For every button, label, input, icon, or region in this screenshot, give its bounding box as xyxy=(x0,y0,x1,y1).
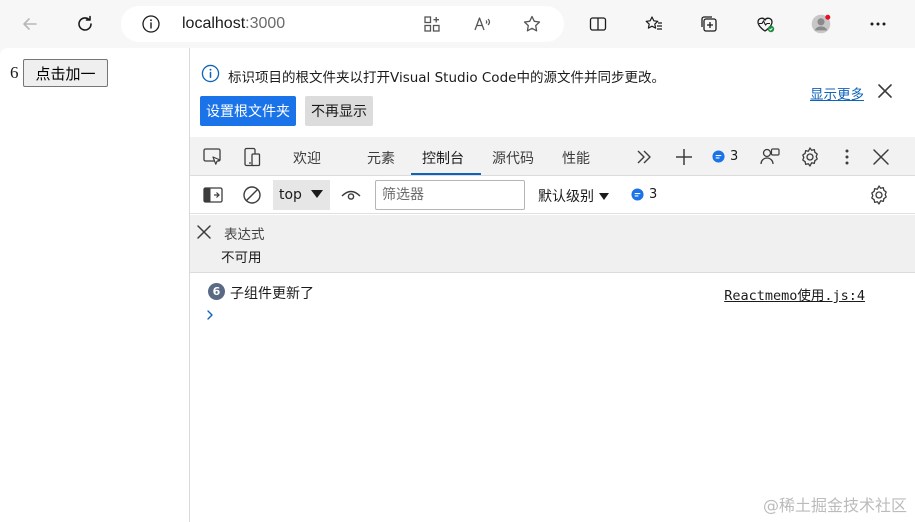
caret-down-icon xyxy=(311,190,323,198)
workspace-banner: 标识项目的根文件夹以打开Visual Studio Code中的源文件并同步更改… xyxy=(190,48,915,137)
block-icon xyxy=(243,186,261,204)
arrow-left-icon xyxy=(23,18,37,30)
caret-down-icon xyxy=(599,192,609,200)
eye-icon xyxy=(341,190,361,200)
feedback-button[interactable] xyxy=(759,146,781,168)
profile-button[interactable] xyxy=(805,8,837,40)
tab-console[interactable]: 控制台 xyxy=(422,148,464,168)
heart-pulse-icon xyxy=(757,17,775,33)
issues-count: 3 xyxy=(730,149,739,164)
message-icon xyxy=(712,150,725,163)
add-tool-button[interactable] xyxy=(673,146,695,168)
tab-welcome[interactable]: 欢迎 xyxy=(293,148,321,168)
collections-icon xyxy=(701,16,717,32)
console-prompt-icon[interactable] xyxy=(203,308,217,322)
url-text: localhost:3000 xyxy=(182,15,285,33)
close-devtools-button[interactable] xyxy=(870,146,892,168)
expression-value: 不可用 xyxy=(221,250,262,266)
browser-essentials-button[interactable] xyxy=(749,8,781,40)
console-issues-count: 3 xyxy=(649,187,658,202)
read-aloud-icon xyxy=(474,17,491,31)
browser-toolbar: localhost:3000 xyxy=(0,0,915,48)
expression-label[interactable]: 表达式 xyxy=(224,223,265,243)
address-bar[interactable]: localhost:3000 xyxy=(121,6,564,42)
message-icon xyxy=(631,188,644,201)
counter-value: 6 xyxy=(10,63,19,82)
customize-menu-button[interactable] xyxy=(836,146,858,168)
read-aloud-button[interactable] xyxy=(471,13,493,35)
watermark: @稀土掘金技术社区 xyxy=(762,496,907,515)
console-message: 6 子组件更新了 Reactmemo使用.js:4 xyxy=(190,274,915,307)
toggle-sidebar-button[interactable] xyxy=(202,184,224,206)
inspect-icon xyxy=(203,148,221,165)
favorite-button[interactable] xyxy=(521,13,543,35)
active-tab-indicator xyxy=(411,173,481,175)
filter-input[interactable] xyxy=(375,180,525,210)
favorites-button[interactable] xyxy=(638,8,670,40)
console-toolbar: top 默认级别 3 xyxy=(190,176,915,214)
info-icon xyxy=(201,64,220,83)
more-horizontal-icon xyxy=(870,22,886,26)
log-level-value: 默认级别 xyxy=(538,189,594,205)
url-host: localhost xyxy=(182,15,246,32)
increment-button[interactable]: 点击加一 xyxy=(23,59,108,87)
close-icon[interactable] xyxy=(875,81,895,101)
split-screen-button[interactable] xyxy=(582,8,614,40)
issues-badge[interactable]: 3 xyxy=(712,149,738,164)
url-port: :3000 xyxy=(245,15,286,32)
devtools-panel: 标识项目的根文件夹以打开Visual Studio Code中的源文件并同步更改… xyxy=(189,48,915,522)
devtools-tab-bar: 欢迎 元素 控制台 源代码 性能 3 xyxy=(190,137,915,176)
console-settings-button[interactable] xyxy=(868,184,890,206)
show-more-link[interactable]: 显示更多 xyxy=(810,83,864,103)
more-options-button[interactable] xyxy=(862,8,894,40)
device-icon xyxy=(244,147,261,167)
star-icon xyxy=(523,15,541,32)
more-tabs-button[interactable] xyxy=(633,146,655,168)
console-message-text: 子组件更新了 xyxy=(230,286,314,302)
context-value: top xyxy=(279,187,302,203)
dont-show-again-button[interactable]: 不再显示 xyxy=(305,96,373,126)
collections-button[interactable] xyxy=(693,8,725,40)
app-available-button[interactable] xyxy=(421,13,443,35)
live-expression: 表达式 不可用 xyxy=(190,215,915,273)
gear-icon xyxy=(871,185,887,205)
page-content: 6 点击加一 xyxy=(0,48,189,522)
remove-expression-icon[interactable] xyxy=(195,223,213,241)
set-root-folder-button[interactable]: 设置根文件夹 xyxy=(200,96,296,126)
log-level-selector[interactable]: 默认级别 xyxy=(538,186,609,206)
gear-icon xyxy=(802,147,818,167)
refresh-button[interactable] xyxy=(69,8,101,40)
people-icon xyxy=(760,148,780,165)
close-icon xyxy=(873,149,889,165)
more-vertical-icon xyxy=(845,149,849,165)
split-screen-icon xyxy=(589,17,607,31)
avatar-icon xyxy=(811,14,831,34)
refresh-icon xyxy=(78,15,92,31)
tab-performance[interactable]: 性能 xyxy=(562,148,590,168)
plus-icon xyxy=(676,149,692,165)
site-info-icon[interactable] xyxy=(141,14,161,34)
device-emulation-button[interactable] xyxy=(241,146,263,168)
inspect-button[interactable] xyxy=(202,146,224,168)
clear-console-button[interactable] xyxy=(241,184,263,206)
apps-icon xyxy=(424,16,440,32)
back-button[interactable] xyxy=(14,8,46,40)
live-expression-button[interactable] xyxy=(340,184,362,206)
banner-message: 标识项目的根文件夹以打开Visual Studio Code中的源文件并同步更改… xyxy=(228,70,665,86)
sidebar-icon xyxy=(203,187,223,203)
tab-sources[interactable]: 源代码 xyxy=(492,148,534,168)
source-link[interactable]: Reactmemo使用.js:4 xyxy=(724,284,865,304)
context-selector[interactable]: top xyxy=(273,180,330,210)
tab-elements[interactable]: 元素 xyxy=(367,148,395,168)
favorites-icon xyxy=(645,16,662,30)
repeat-count-badge: 6 xyxy=(208,283,225,300)
chevron-double-right-icon xyxy=(637,150,651,164)
console-issues-badge[interactable]: 3 xyxy=(631,187,657,202)
settings-button[interactable] xyxy=(799,146,821,168)
